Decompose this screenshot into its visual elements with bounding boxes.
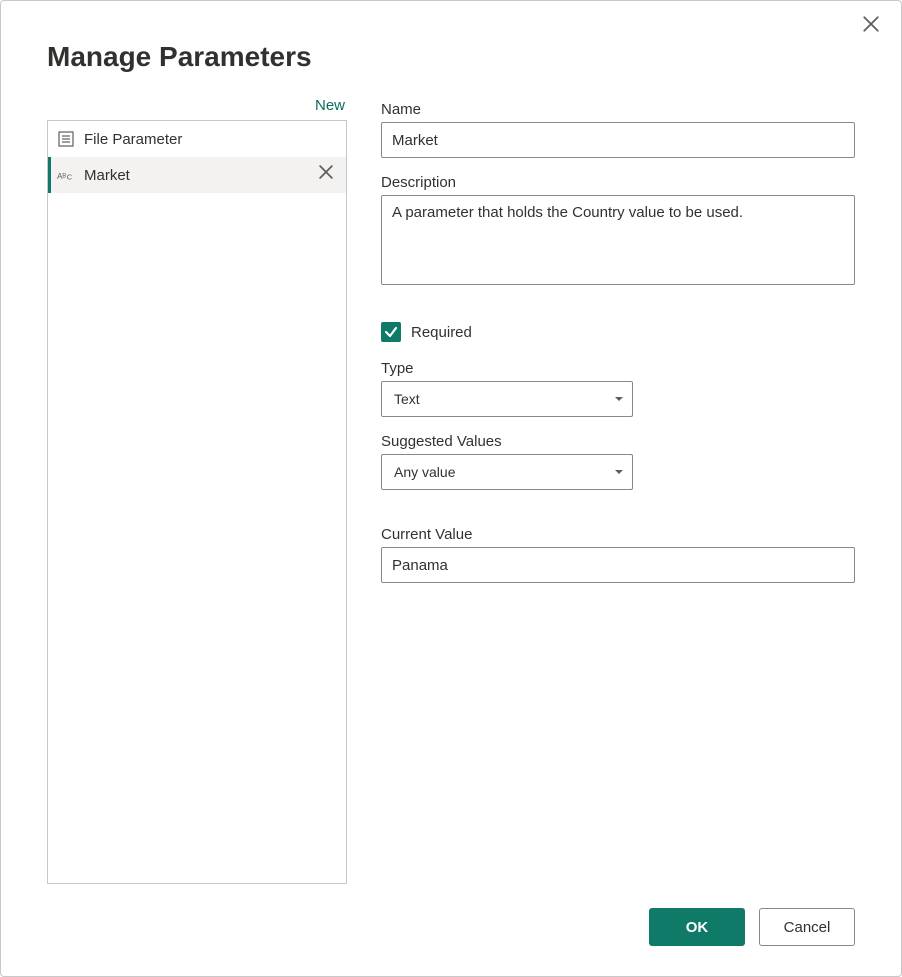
new-parameter-link[interactable]: New (315, 97, 345, 114)
current-value-input[interactable] (381, 547, 855, 583)
text-type-icon: A B C (56, 165, 76, 185)
delete-icon[interactable] (316, 165, 336, 185)
dialog-footer: OK Cancel (47, 884, 855, 946)
parameter-detail-pane: Name Description A parameter that holds … (381, 93, 855, 884)
close-icon[interactable] (859, 15, 883, 39)
type-label: Type (381, 360, 855, 377)
parameter-item-market[interactable]: A B C Market (48, 157, 346, 193)
required-checkbox[interactable] (381, 322, 401, 342)
required-label: Required (411, 324, 472, 341)
file-parameter-icon (56, 129, 76, 149)
parameter-item-file-parameter[interactable]: File Parameter (48, 121, 346, 157)
parameter-item-label: File Parameter (84, 131, 336, 148)
name-label: Name (381, 101, 855, 118)
current-value-label: Current Value (381, 526, 855, 543)
description-label: Description (381, 174, 855, 191)
parameter-list: File Parameter A B C Market (47, 120, 347, 884)
dialog-title: Manage Parameters (47, 41, 855, 73)
cancel-button[interactable]: Cancel (759, 908, 855, 946)
description-input[interactable]: A parameter that holds the Country value… (381, 195, 855, 285)
chevron-down-icon (614, 394, 624, 404)
suggested-values-label: Suggested Values (381, 433, 855, 450)
chevron-down-icon (614, 467, 624, 477)
name-input[interactable] (381, 122, 855, 158)
parameter-list-pane: New File Parameter (47, 93, 347, 884)
svg-text:C: C (67, 173, 73, 182)
manage-parameters-dialog: Manage Parameters New File Parame (0, 0, 902, 977)
ok-button[interactable]: OK (649, 908, 745, 946)
svg-text:B: B (62, 173, 66, 179)
suggested-values-value: Any value (394, 464, 455, 480)
suggested-values-dropdown[interactable]: Any value (381, 454, 633, 490)
parameter-item-label: Market (84, 167, 308, 184)
type-dropdown[interactable]: Text (381, 381, 633, 417)
type-value: Text (394, 391, 420, 407)
